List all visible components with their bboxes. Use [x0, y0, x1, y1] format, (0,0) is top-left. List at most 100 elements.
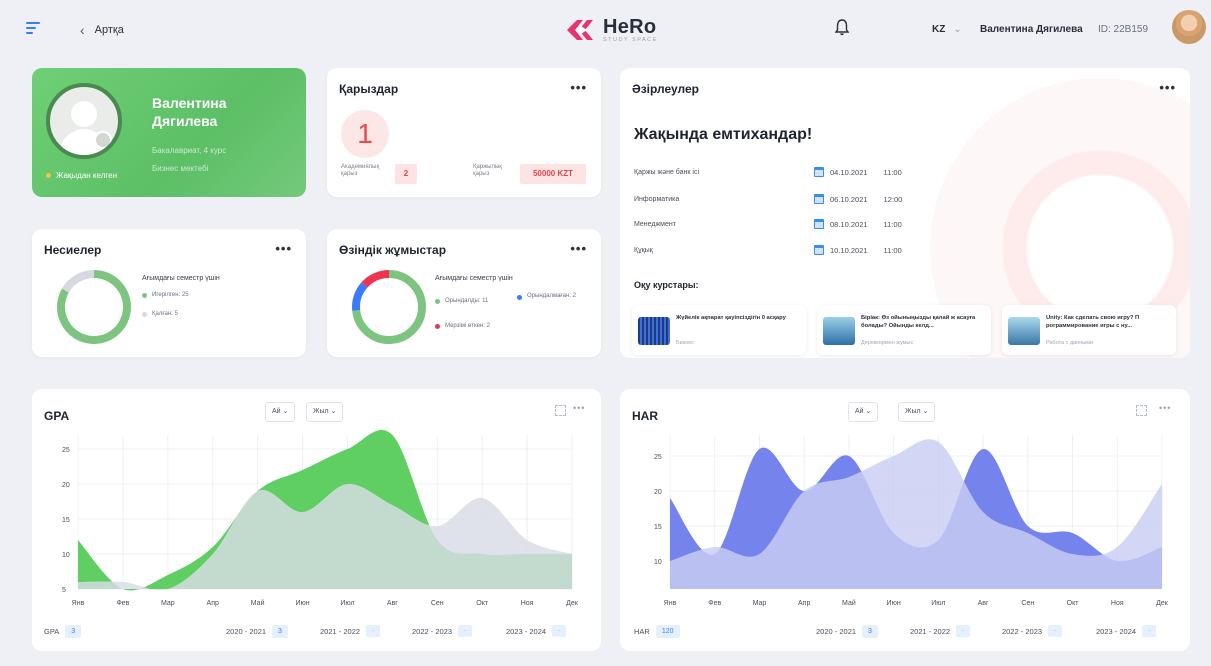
year-select[interactable]: Жыл ⌄	[898, 402, 936, 422]
har-footer-total: HAR 120	[634, 625, 680, 638]
y-tick-label: 15	[62, 517, 70, 524]
exam-time: 12:00	[883, 194, 903, 204]
har-chart-card: HAR Ай ⌄ Жыл ⌄ ••• 10 15 20 25 Янв Фев Мар Апр М…	[620, 389, 1190, 651]
selfwork-legend-title: Ағымдағы семестр үшін	[435, 275, 513, 282]
calendar-icon	[814, 245, 824, 255]
academic-debt-value: 2	[395, 164, 417, 184]
more-icon[interactable]: •••	[573, 403, 585, 413]
top-bar: ‹ Артқа HeRo STUDY SPACE KZ ⌄ Валентина Д…	[0, 0, 1211, 60]
har-chart: 10 15 20 25 Янв Фев Мар Апр Май Июн Июл Авг Сен Окт Но…	[654, 435, 1169, 607]
profile-details: Бакалавриат, 4 курс Бизнес мектебі	[152, 142, 226, 178]
footer-label: GPA	[44, 627, 60, 636]
x-tick-label: Мар	[161, 600, 175, 607]
x-tick-label: Ноя	[1111, 600, 1124, 607]
calendar-icon	[814, 219, 824, 229]
gpa-title: GPA	[44, 409, 70, 423]
more-icon[interactable]: •••	[275, 241, 292, 256]
exam-time: 11:00	[883, 219, 902, 229]
x-tick-label: Июл	[340, 600, 354, 607]
course-card[interactable]: Unity: Как сделать свою игру? П рограмми…	[1002, 305, 1176, 355]
year-select[interactable]: Жыл ⌄	[306, 402, 344, 422]
footer-label: HAR	[634, 627, 650, 636]
exam-date-value: 04.10.2021	[830, 167, 868, 177]
x-tick-label: Сен	[431, 600, 444, 607]
year-value[interactable]: 2022 - 2023-	[1002, 625, 1063, 637]
loans-donut	[57, 270, 131, 344]
x-tick-label: Июн	[295, 600, 309, 607]
year-value[interactable]: 2020 - 2021 3	[816, 625, 878, 638]
y-tick-label: 25	[654, 454, 662, 461]
year-value[interactable]: 2023 - 2024-	[506, 625, 567, 637]
back-button[interactable]: ‹ Артқа	[80, 22, 124, 38]
year-badge: -	[956, 625, 971, 637]
exam-subject: Менеджмент	[634, 221, 676, 228]
financial-debt-label: Қаржылық қарыз	[473, 164, 502, 177]
year-badge: -	[1048, 625, 1063, 637]
year-value[interactable]: 2023 - 2024-	[1096, 625, 1157, 637]
profile-program: Бакалавриат, 4 курс	[152, 146, 227, 155]
logo[interactable]: HeRo STUDY SPACE	[563, 12, 658, 48]
gpa-chart-card: GPA Ай ⌄ Жыл ⌄ ••• 5 10 15 20 25 Янв Фев Мар Апр…	[32, 389, 601, 651]
expand-icon[interactable]	[555, 405, 566, 416]
selfwork-card: Өзіндік жұмыстар ••• Ағымдағы семестр үш…	[327, 229, 601, 357]
y-tick-label: 25	[62, 447, 70, 454]
calendar-icon	[814, 194, 824, 204]
x-tick-label: Сен	[1021, 600, 1034, 607]
year-value[interactable]: 2021 - 2022-	[320, 625, 381, 637]
exams-title: Әзірлеулер	[632, 82, 700, 96]
course-thumbnail	[638, 317, 670, 345]
user-id: ID: 22B159	[1098, 24, 1149, 35]
y-tick-label: 20	[654, 489, 662, 496]
year-label: 2022 - 2023	[412, 626, 453, 636]
legend-item: Орындалмаған: 2	[517, 293, 589, 300]
legend-label: Орындалды: 11	[445, 298, 489, 304]
legend-swatch	[435, 323, 440, 329]
year-value[interactable]: 2020 - 2021 3	[226, 625, 288, 638]
more-icon[interactable]: •••	[1159, 403, 1171, 413]
menu-icon[interactable]	[26, 22, 40, 34]
har-title: HAR	[632, 409, 658, 423]
year-value[interactable]: 2022 - 2023-	[412, 625, 473, 637]
academic-debt-label: Академиялық қарыз	[341, 164, 380, 177]
camera-icon[interactable]	[94, 131, 112, 149]
status-label: Жақыдан келген	[56, 171, 117, 180]
more-icon[interactable]: •••	[1159, 80, 1176, 95]
status-dot-icon	[46, 173, 51, 178]
year-badge: -	[458, 625, 473, 637]
year-select-label: Жыл	[313, 408, 329, 415]
avatar[interactable]	[1172, 10, 1206, 44]
month-select[interactable]: Ай ⌄	[848, 402, 879, 422]
language-select[interactable]: KZ ⌄	[932, 24, 962, 35]
legend-label: Игерілген: 25	[152, 292, 189, 298]
legend-item: Игерілген: 25	[142, 292, 189, 298]
more-icon[interactable]: •••	[570, 241, 587, 256]
course-card[interactable]: Біріак: Өз ойыныңызды қалай ж асауға бол…	[817, 305, 991, 355]
gpa-chart: 5 10 15 20 25 Янв Фев Мар Апр Май Июн Июл Авг Сен Окт Н…	[62, 429, 579, 607]
chevron-down-icon: ⌄	[953, 24, 962, 35]
year-label: 2020 - 2021	[226, 627, 267, 636]
more-icon[interactable]: •••	[570, 80, 587, 95]
year-label: 2021 - 2022	[320, 626, 361, 636]
y-tick-label: 15	[654, 524, 662, 531]
x-tick-label: Окт	[476, 600, 489, 607]
course-card[interactable]: Жүйелік ақпарат қауіпсіздігін 0 асқару Б…	[632, 305, 806, 355]
year-label: 2023 - 2024	[506, 626, 547, 636]
year-badge: 3	[272, 625, 288, 638]
year-value[interactable]: 2021 - 2022-	[910, 625, 971, 637]
expand-icon[interactable]	[1136, 405, 1147, 416]
y-tick-label: 5	[62, 587, 66, 594]
legend-item: Мерзімі өткен: 2	[435, 323, 490, 329]
year-badge: -	[1142, 625, 1157, 637]
chevron-down-icon: ⌄	[865, 408, 872, 415]
x-tick-label: Апр	[798, 600, 810, 607]
x-tick-label: Ноя	[521, 600, 534, 607]
selfwork-donut	[352, 270, 426, 344]
chevron-down-icon: ⌄	[282, 408, 289, 415]
exam-time: 11:00	[883, 245, 902, 255]
exams-heading: Жақында емтихандар!	[634, 126, 813, 143]
bell-icon[interactable]	[835, 18, 849, 36]
month-select[interactable]: Ай ⌄	[265, 402, 296, 422]
logo-name: HeRo	[603, 16, 657, 38]
loans-title: Несиелер	[44, 243, 102, 257]
profile-card: Валентина Дягилева Бакалавриат, 4 курс Б…	[32, 68, 306, 197]
